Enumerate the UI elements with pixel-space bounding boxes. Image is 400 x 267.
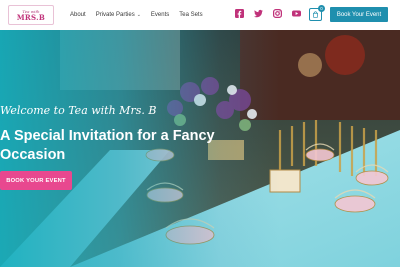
cart-count-badge: 0 bbox=[318, 5, 325, 12]
main-nav: About Private Parties ⌄ Events Tea Sets bbox=[70, 0, 203, 30]
chevron-down-icon: ⌄ bbox=[136, 12, 141, 18]
shopping-bag-icon bbox=[313, 11, 318, 18]
site-header: Tea with MRS.B About Private Parties ⌄ Ev… bbox=[0, 0, 400, 30]
nav-item-private-parties-label: Private Parties bbox=[95, 12, 135, 18]
logo-name: MRS.B bbox=[16, 12, 46, 22]
nav-item-tea-sets[interactable]: Tea Sets bbox=[179, 12, 202, 18]
book-event-header-button[interactable]: Book Your Event bbox=[330, 7, 388, 22]
site-logo[interactable]: Tea with MRS.B bbox=[8, 5, 54, 25]
nav-item-events[interactable]: Events bbox=[151, 12, 169, 18]
cart-button[interactable]: 0 bbox=[309, 5, 325, 21]
hero-section: Welcome to Tea with Mrs. B A Special Inv… bbox=[0, 30, 400, 267]
instagram-icon[interactable] bbox=[273, 9, 282, 18]
youtube-icon[interactable] bbox=[292, 9, 301, 18]
twitter-icon[interactable] bbox=[254, 9, 263, 18]
hero-title: A Special Invitation for a Fancy Occasio… bbox=[0, 128, 215, 163]
book-event-hero-button[interactable]: BOOK YOUR EVENT bbox=[0, 171, 72, 190]
social-links bbox=[235, 9, 301, 18]
facebook-icon[interactable] bbox=[235, 9, 244, 18]
nav-item-about[interactable]: About bbox=[70, 12, 86, 18]
hero-welcome-text: Welcome to Tea with Mrs. B bbox=[0, 104, 157, 117]
nav-item-private-parties[interactable]: Private Parties ⌄ bbox=[96, 12, 141, 18]
